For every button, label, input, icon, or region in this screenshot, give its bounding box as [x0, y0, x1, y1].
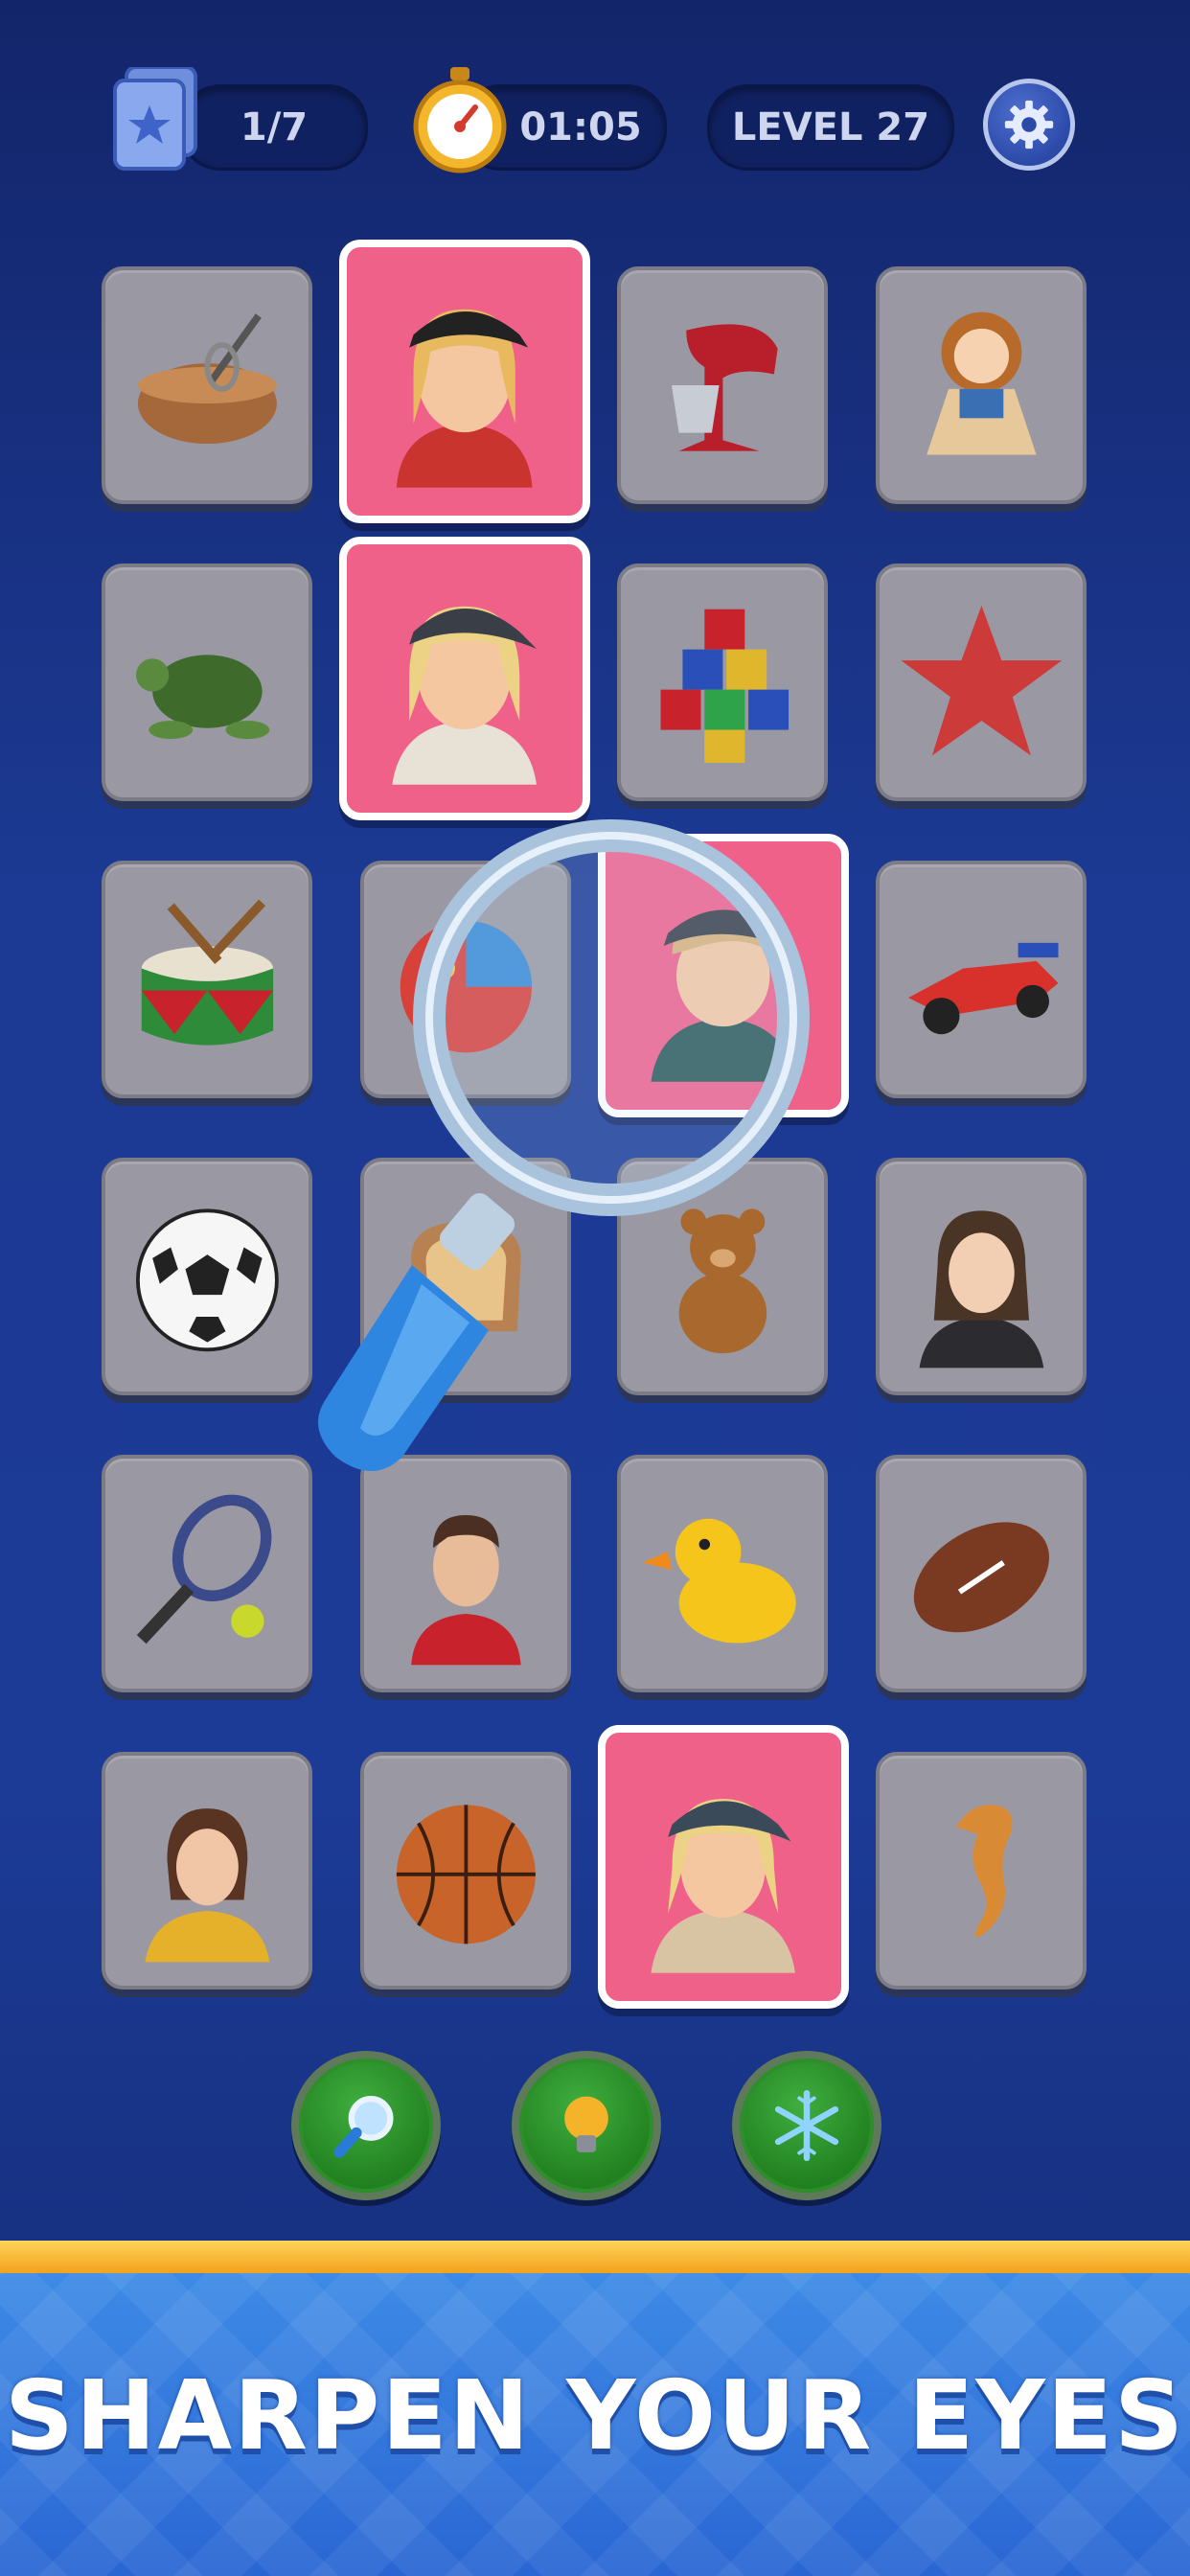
cards-counter-text: 1/7	[240, 105, 309, 150]
tile-basketball[interactable]	[360, 1752, 571, 1990]
tile-tennis-racket[interactable]	[102, 1455, 312, 1692]
tile-toast[interactable]	[360, 1158, 571, 1395]
booster-hint-button[interactable]	[512, 2051, 661, 2200]
booster-freeze-button[interactable]	[732, 2051, 881, 2200]
booster-magnifier-button[interactable]	[291, 2051, 441, 2200]
tile-stand-mixer[interactable]	[617, 266, 828, 504]
tile-rubber-duck[interactable]	[617, 1455, 828, 1692]
tile-basketball-player[interactable]	[360, 1455, 571, 1692]
tile-starfish[interactable]	[876, 564, 1087, 801]
tile-rag-doll[interactable]	[876, 266, 1087, 504]
tile-girl-cap-jacket[interactable]	[339, 537, 590, 820]
tile-race-car[interactable]	[876, 861, 1087, 1098]
stopwatch-icon	[412, 67, 508, 174]
tile-soccer-ball[interactable]	[102, 1158, 312, 1395]
level-text: LEVEL 27	[731, 105, 930, 150]
banner-stripe	[0, 2241, 1190, 2273]
tile-girl-yellow-jacket[interactable]	[102, 1752, 312, 1990]
tile-teddy-bear[interactable]	[617, 1158, 828, 1395]
tile-boy-cap-hoodie[interactable]	[598, 834, 849, 1117]
level-display: LEVEL 27	[707, 84, 954, 171]
tile-mixing-bowl[interactable]	[102, 266, 312, 504]
settings-button[interactable]	[983, 79, 1075, 171]
cards-counter: 1/7	[180, 84, 368, 171]
card-stack-icon	[113, 65, 199, 171]
tile-girl-red-hoodie[interactable]	[339, 240, 590, 523]
tile-girl-cap-beige-hoodie[interactable]	[598, 1725, 849, 2009]
tile-sea-turtle[interactable]	[102, 564, 312, 801]
tile-drum[interactable]	[102, 861, 312, 1098]
tile-toy-blocks[interactable]	[617, 564, 828, 801]
snowflake-icon	[774, 2089, 839, 2162]
tile-woman-blazer[interactable]	[876, 1158, 1087, 1395]
timer-text: 01:05	[519, 105, 642, 150]
tile-american-football[interactable]	[876, 1455, 1087, 1692]
gear-icon	[1004, 100, 1054, 150]
banner-title: SHARPEN YOUR EYES	[4, 2359, 1186, 2472]
magnifier-icon	[333, 2095, 394, 2158]
tile-seahorse[interactable]	[876, 1752, 1087, 1990]
tile-ball[interactable]	[360, 861, 571, 1098]
lightbulb-icon	[564, 2096, 608, 2152]
